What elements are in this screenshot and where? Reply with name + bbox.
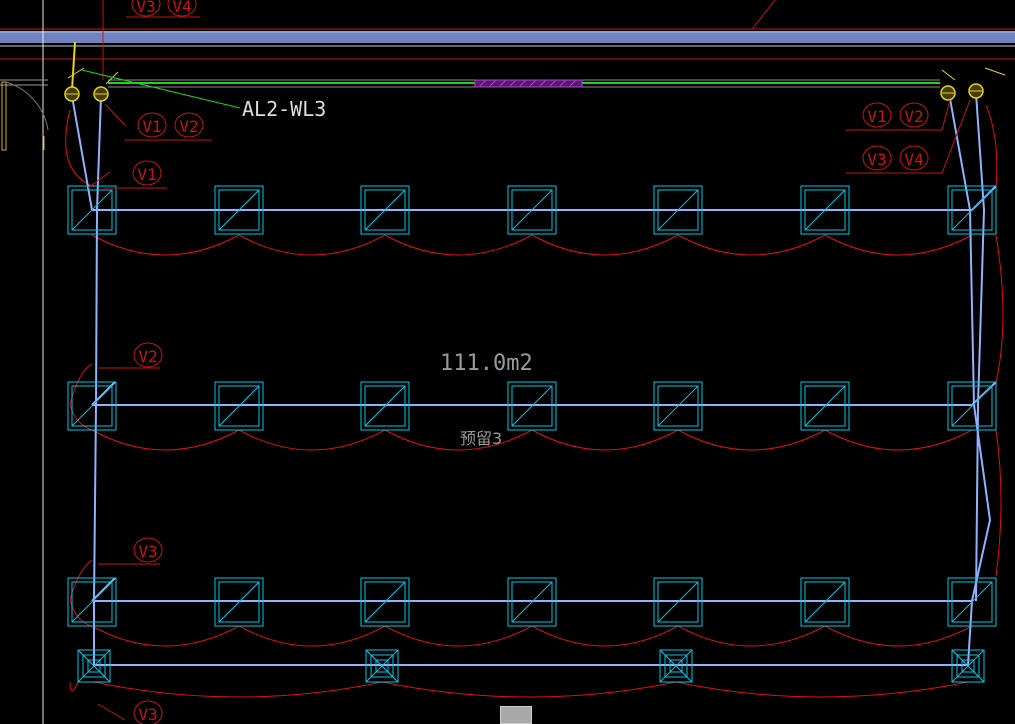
switch-group-left[interactable] [64, 41, 119, 102]
downlight-fixture[interactable] [659, 649, 693, 683]
downlight-fixture[interactable] [77, 649, 111, 683]
tag-v3: V3 [136, 0, 155, 16]
window-band [108, 79, 940, 88]
reserved-label[interactable]: 预留3 [460, 429, 502, 448]
tag-v1: V1 [137, 165, 156, 184]
circuit-arcs [65, 104, 1004, 698]
circuit-leader: AL2-WL3 [81, 69, 326, 121]
tag-v3: V3 [867, 150, 886, 169]
tag-v2: V2 [904, 107, 923, 126]
tag-v2: V2 [138, 347, 157, 366]
tag-v4: V4 [904, 150, 923, 169]
tag-v1: V1 [867, 107, 886, 126]
tag-v3: V3 [138, 542, 157, 561]
circuit-label[interactable]: AL2-WL3 [242, 97, 326, 121]
tag-v4: V4 [172, 0, 191, 16]
tag-v2: V2 [179, 117, 198, 136]
tag-v1: V1 [142, 117, 161, 136]
tag-v3: V3 [138, 705, 157, 724]
cad-canvas[interactable]: AL2-WL3 V3 V4 V1 V2 V1 V1 V2 V3 V4 V2 V3… [0, 0, 1015, 724]
switch-group-right[interactable] [940, 67, 1006, 101]
wiring [71, 92, 997, 666]
downlight-fixture[interactable] [951, 649, 985, 683]
scroll-handle[interactable] [500, 706, 532, 724]
room-area-label[interactable]: 111.0m2 [440, 351, 533, 376]
downlight-fixture[interactable] [365, 649, 399, 683]
